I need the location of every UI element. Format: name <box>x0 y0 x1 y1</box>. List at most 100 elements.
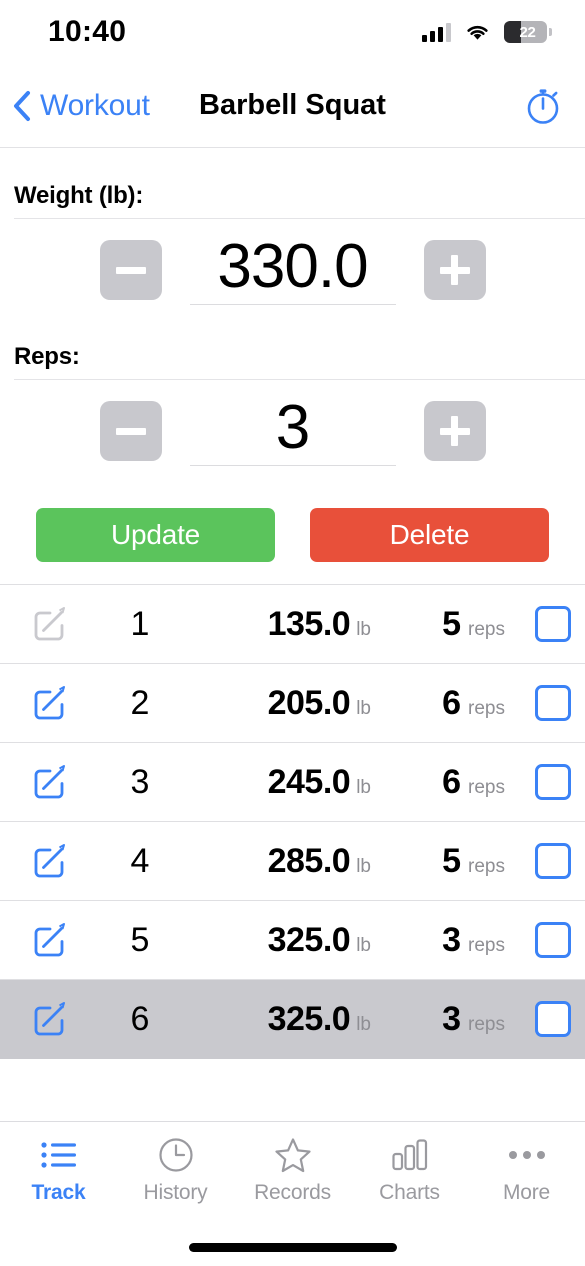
tab-item-history[interactable]: History <box>117 1136 234 1205</box>
tab-item-track[interactable]: Track <box>0 1136 117 1205</box>
set-reps: 3 reps <box>371 921 521 960</box>
set-weight-value: 205.0 <box>267 683 351 722</box>
tab-item-more[interactable]: More <box>468 1136 585 1205</box>
set-index: 4 <box>130 841 150 880</box>
entry-form: Weight (lb): 330.0 Reps: 3 <box>0 148 585 470</box>
action-button-row: Update Delete <box>0 470 585 584</box>
list-icon <box>40 1142 76 1169</box>
chevron-left-icon <box>14 90 30 121</box>
set-index: 5 <box>130 920 150 959</box>
battery-percent: 22 <box>519 23 536 41</box>
set-reps: 5 reps <box>371 605 521 644</box>
weight-field-label: Weight (lb): <box>14 182 144 209</box>
set-reps-unit: reps <box>468 1013 505 1035</box>
checkbox-box <box>535 606 571 643</box>
reps-decrement-button[interactable] <box>99 401 162 462</box>
tab-item-records[interactable]: Records <box>234 1136 351 1205</box>
weight-field-underline <box>189 304 396 306</box>
set-row[interactable]: 6 325.0 lb 3 reps <box>0 980 585 1060</box>
edit-set-button[interactable] <box>0 763 100 801</box>
set-reps-value: 6 <box>442 762 462 801</box>
battery-icon: 22 <box>504 21 552 43</box>
weight-value-field[interactable]: 330.0 <box>189 232 396 306</box>
set-weight: 325.0 lb <box>180 921 371 960</box>
tab-label: Records <box>254 1181 331 1205</box>
set-reps-value: 3 <box>442 999 462 1038</box>
back-button[interactable]: Workout <box>0 89 150 123</box>
set-weight-value: 245.0 <box>267 762 351 801</box>
set-index: 2 <box>130 683 150 722</box>
reps-value-field[interactable]: 3 <box>189 393 396 467</box>
weight-increment-button[interactable] <box>423 240 486 301</box>
set-row[interactable]: 2 205.0 lb 6 reps <box>0 664 585 744</box>
minus-icon <box>115 427 146 435</box>
clock-icon-wrap <box>158 1136 194 1174</box>
set-complete-checkbox[interactable] <box>521 764 585 801</box>
set-row[interactable]: 4 285.0 lb 5 reps <box>0 822 585 902</box>
set-reps-value: 6 <box>442 683 462 722</box>
set-reps-unit: reps <box>468 697 505 719</box>
set-index: 3 <box>130 762 150 801</box>
set-reps-value: 5 <box>442 604 462 643</box>
set-reps-unit: reps <box>468 618 505 640</box>
set-weight-unit: lb <box>356 697 371 719</box>
set-list-empty-space <box>0 1059 585 1122</box>
set-weight-value: 325.0 <box>267 920 351 959</box>
checkbox-box <box>535 764 571 801</box>
checkbox-box <box>535 843 571 880</box>
clock-icon <box>158 1138 193 1173</box>
weight-value: 330.0 <box>217 232 368 301</box>
delete-button[interactable]: Delete <box>310 508 549 563</box>
set-row[interactable]: 5 325.0 lb 3 reps <box>0 901 585 981</box>
status-bar: 10:40 22 <box>0 0 585 64</box>
set-index: 1 <box>130 604 150 643</box>
ellipsis-icon-wrap <box>508 1136 546 1174</box>
edit-icon <box>34 686 65 720</box>
status-time: 10:40 <box>48 15 127 48</box>
tab-label: History <box>143 1181 208 1205</box>
navigation-bar: Workout Barbell Squat <box>0 64 585 148</box>
set-complete-checkbox[interactable] <box>521 843 585 880</box>
tab-item-charts[interactable]: Charts <box>351 1136 468 1205</box>
checkbox-box <box>535 922 571 959</box>
stopwatch-icon[interactable] <box>523 86 563 126</box>
edit-icon <box>34 765 65 799</box>
home-indicator-area <box>0 1225 585 1266</box>
set-reps: 6 reps <box>371 684 521 723</box>
set-weight-unit: lb <box>356 618 371 640</box>
weight-decrement-button[interactable] <box>99 240 162 301</box>
edit-icon <box>34 607 65 641</box>
set-complete-checkbox[interactable] <box>521 922 585 959</box>
star-icon <box>274 1138 311 1173</box>
reps-value: 3 <box>275 393 310 463</box>
cellular-signal-icon <box>422 22 451 42</box>
set-row[interactable]: 3 245.0 lb 6 reps <box>0 743 585 823</box>
edit-set-button[interactable] <box>0 1000 100 1038</box>
plus-icon <box>439 255 470 286</box>
reps-increment-button[interactable] <box>423 401 486 462</box>
set-reps-value: 3 <box>442 920 462 959</box>
edit-set-button[interactable] <box>0 684 100 722</box>
tab-label: More <box>502 1181 551 1205</box>
set-weight: 285.0 lb <box>180 842 371 881</box>
set-weight-unit: lb <box>356 934 371 956</box>
set-weight-value: 135.0 <box>267 604 351 643</box>
reps-stepper: 3 <box>0 380 585 470</box>
set-weight-unit: lb <box>356 776 371 798</box>
set-complete-checkbox[interactable] <box>521 1001 585 1038</box>
bar-chart-icon <box>391 1139 427 1171</box>
update-button[interactable]: Update <box>36 508 275 563</box>
home-indicator[interactable] <box>188 1242 397 1252</box>
reps-field-underline <box>189 465 396 467</box>
edit-set-button[interactable] <box>0 921 100 959</box>
set-weight-unit: lb <box>356 855 371 877</box>
set-list: 1 135.0 lb 5 reps 2 205.0 lb 6 reps 3 245.0 lb 6 reps 4… <box>0 584 585 1122</box>
set-complete-checkbox[interactable] <box>521 685 585 722</box>
set-complete-checkbox[interactable] <box>521 606 585 643</box>
set-row[interactable]: 1 135.0 lb 5 reps <box>0 585 585 665</box>
app-screen: 10:40 22 Workout Barbell Squat Weight (l… <box>0 0 585 1266</box>
set-weight: 245.0 lb <box>180 763 371 802</box>
set-reps: 6 reps <box>371 763 521 802</box>
edit-set-button[interactable] <box>0 842 100 880</box>
set-reps: 3 reps <box>371 1000 521 1039</box>
